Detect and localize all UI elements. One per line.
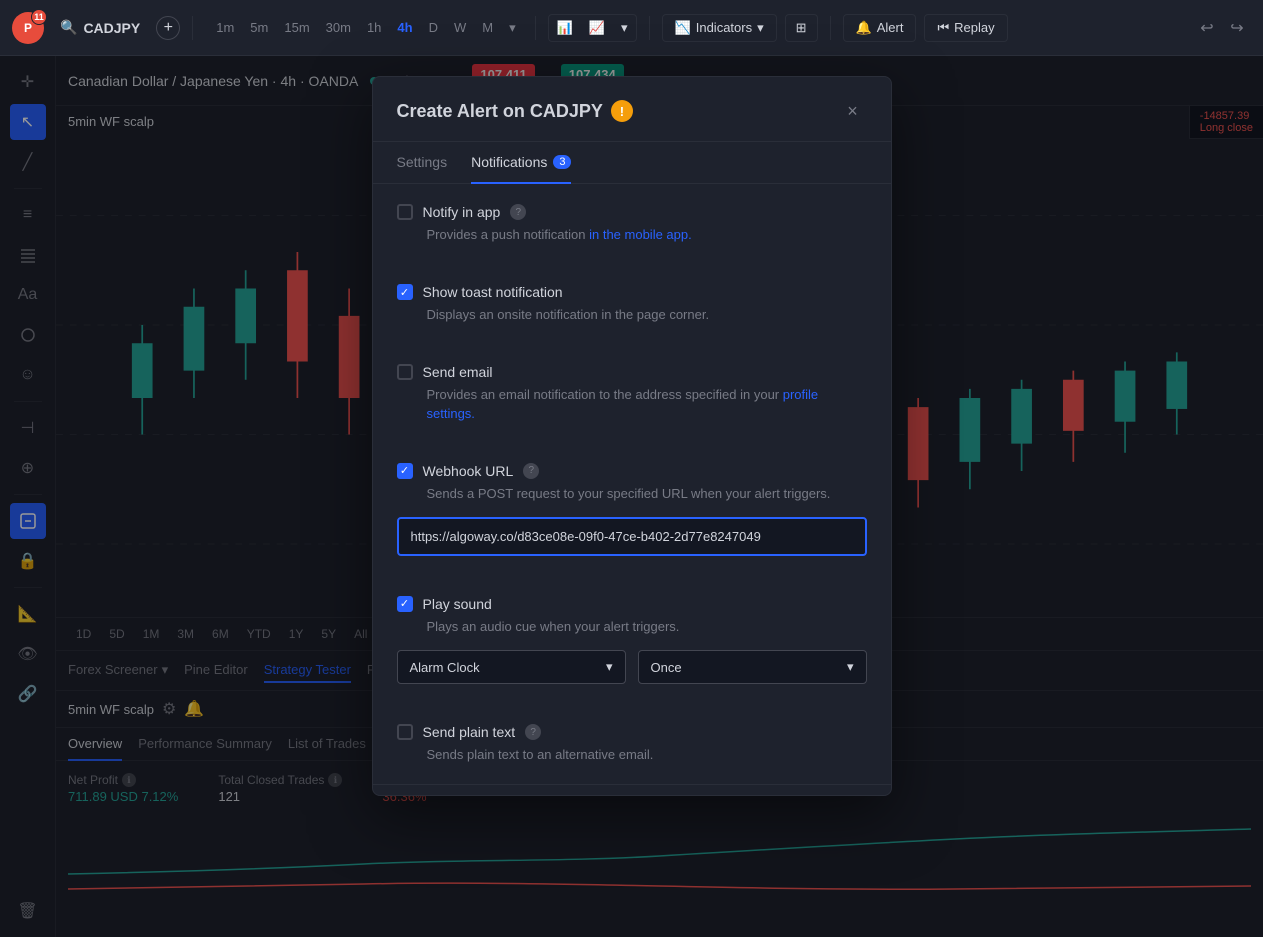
sound-dropdowns: Alarm Clock ▾ Once ▾ [397,650,867,684]
mobile-app-link[interactable]: in the mobile app. [589,227,692,242]
alert-icon: 🔔 [856,20,872,36]
timeframe-buttons: 1m 5m 15m 30m 1h 4h D W M ▾ [209,16,522,40]
send-plain-text-desc: Sends plain text to an alternative email… [397,746,867,764]
templates-icon: ⊞ [796,20,807,36]
close-modal-button[interactable]: × [839,97,867,125]
tf-1m[interactable]: 1m [209,16,241,39]
alert-modal: Create Alert on CADJPY ! × Settings Noti… [372,76,892,796]
avatar[interactable]: P 11 [12,12,44,44]
modal-title-text: Create Alert on CADJPY [397,101,603,122]
modal-tabs: Settings Notifications 3 [373,142,891,184]
top-bar: P 11 🔍 CADJPY + 1m 5m 15m 30m 1h 4h D W … [0,0,1263,56]
notify-in-app-desc: Provides a push notification in the mobi… [397,226,867,244]
tf-d[interactable]: D [422,16,445,39]
play-sound-desc: Plays an audio cue when your alert trigg… [397,618,867,636]
alert-button[interactable]: 🔔 Alert [843,14,917,42]
send-email-checkbox[interactable] [397,364,413,380]
send-plain-text-header: Send plain text ? [397,724,867,740]
sound-freq-value: Once [651,660,682,675]
modal-tab-settings[interactable]: Settings [397,142,448,184]
replay-icon: ⏮ [937,20,949,36]
notify-in-app-row: Notify in app ? Provides a push notifica… [397,204,867,244]
chart-type-candle[interactable]: 📊 [549,15,581,41]
separator4 [830,16,831,40]
warning-icon: ! [611,100,633,122]
separator2 [535,16,536,40]
sound-type-dropdown[interactable]: Alarm Clock ▾ [397,650,626,684]
modal-tab-notifications[interactable]: Notifications 3 [471,142,571,184]
add-symbol-button[interactable]: + [156,16,180,40]
replay-button[interactable]: ⏮ Replay [924,14,1007,42]
notify-in-app-header: Notify in app ? [397,204,867,220]
webhook-url-desc: Sends a POST request to your specified U… [397,485,867,503]
send-plain-text-row: Send plain text ? Sends plain text to an… [397,724,867,764]
tf-5m[interactable]: 5m [243,16,275,39]
send-email-header: Send email [397,364,867,380]
modal-title: Create Alert on CADJPY ! [397,100,633,122]
webhook-url-checkbox[interactable] [397,463,413,479]
show-toast-label: Show toast notification [423,284,563,300]
chart-type-dropdown[interactable]: ▾ [613,15,636,41]
modal-overlay: Create Alert on CADJPY ! × Settings Noti… [0,56,1263,937]
play-sound-label: Play sound [423,596,492,612]
webhook-url-label: Webhook URL [423,463,514,479]
webhook-url-row: Webhook URL ? Sends a POST request to yo… [397,463,867,556]
send-email-desc: Provides an email notification to the ad… [397,386,867,422]
separator [192,16,193,40]
symbol-label: CADJPY [83,20,140,36]
sound-freq-dropdown[interactable]: Once ▾ [638,650,867,684]
notify-in-app-label: Notify in app [423,204,501,220]
templates-button[interactable]: ⊞ [785,14,818,42]
tf-30m[interactable]: 30m [319,16,358,39]
undo-redo-group: ↩ ↪ [1193,14,1251,42]
sound-type-chevron: ▾ [606,659,613,675]
modal-footer: Cancel Create [373,784,891,796]
notifications-badge: 3 [553,155,571,169]
send-plain-text-label: Send plain text [423,724,516,740]
separator3 [649,16,650,40]
send-email-label: Send email [423,364,493,380]
tf-m[interactable]: M [475,16,500,39]
chart-type-group: 📊 📈 ▾ [548,14,637,42]
indicators-label: Indicators [696,20,752,35]
notification-badge: 11 [31,9,47,25]
indicators-icon: 📉 [675,20,691,36]
undo-button[interactable]: ↩ [1193,14,1221,42]
tf-dropdown[interactable]: ▾ [502,16,523,40]
tf-4h[interactable]: 4h [390,16,419,39]
indicators-chevron: ▾ [757,20,764,36]
sound-type-value: Alarm Clock [410,660,480,675]
webhook-url-input[interactable] [397,517,867,556]
webhook-url-help[interactable]: ? [523,463,539,479]
play-sound-header: Play sound [397,596,867,612]
tf-15m[interactable]: 15m [277,16,316,39]
send-email-row: Send email Provides an email notificatio… [397,364,867,422]
chart-type-bar[interactable]: 📈 [581,15,613,41]
profile-settings-link[interactable]: profile settings. [427,387,819,420]
search-icon: 🔍 [60,19,77,36]
modal-tab-notifications-label: Notifications [471,154,547,170]
play-sound-checkbox[interactable] [397,596,413,612]
send-plain-text-checkbox[interactable] [397,724,413,740]
modal-content: Notify in app ? Provides a push notifica… [373,184,891,784]
alert-label: Alert [877,20,904,35]
show-toast-header: Show toast notification [397,284,867,300]
redo-button[interactable]: ↪ [1223,14,1251,42]
notify-in-app-checkbox[interactable] [397,204,413,220]
send-plain-text-help[interactable]: ? [525,724,541,740]
tf-1h[interactable]: 1h [360,16,388,39]
sound-freq-chevron: ▾ [847,659,854,675]
indicators-button[interactable]: 📉 Indicators ▾ [662,14,777,42]
play-sound-row: Play sound Plays an audio cue when your … [397,596,867,684]
modal-tab-settings-label: Settings [397,154,448,170]
notify-in-app-help[interactable]: ? [510,204,526,220]
symbol-search[interactable]: 🔍 CADJPY [52,15,148,40]
show-toast-row: Show toast notification Displays an onsi… [397,284,867,324]
show-toast-checkbox[interactable] [397,284,413,300]
replay-label: Replay [954,20,994,35]
modal-header: Create Alert on CADJPY ! × [373,77,891,142]
show-toast-desc: Displays an onsite notification in the p… [397,306,867,324]
tf-w[interactable]: W [447,16,473,39]
webhook-url-header: Webhook URL ? [397,463,867,479]
